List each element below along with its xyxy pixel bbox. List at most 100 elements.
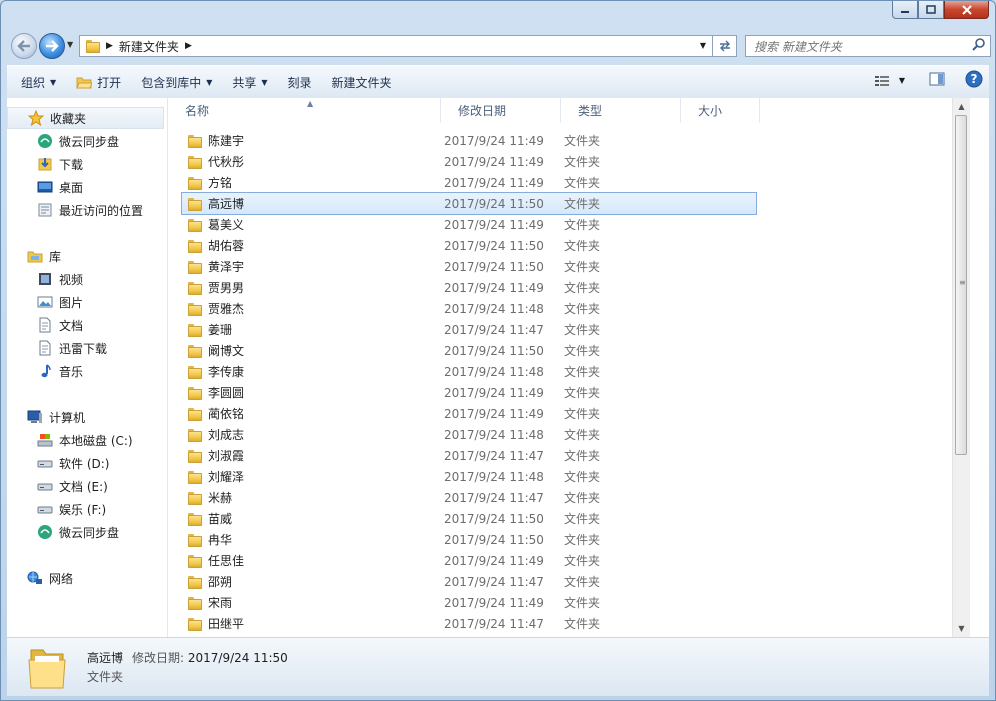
file-name: 任思佳 (208, 554, 245, 568)
chevron-down-icon: ▼ (261, 77, 268, 87)
column-header-date-label: 修改日期 (458, 104, 507, 118)
refresh-button[interactable] (713, 35, 737, 57)
share-button[interactable]: 共享 ▼ (222, 70, 277, 94)
file-row[interactable]: 阚博文 2017/9/24 11:50 文件夹 (168, 340, 928, 361)
search-box[interactable] (745, 35, 991, 57)
file-name: 田继平 (208, 617, 245, 631)
file-row[interactable]: 刘淑霞 2017/9/24 11:47 文件夹 (168, 445, 928, 466)
file-row[interactable]: 贾雅杰 2017/9/24 11:48 文件夹 (168, 298, 928, 319)
sidebar-favorites[interactable]: 收藏夹 (7, 107, 164, 129)
file-date: 2017/9/24 11:47 (444, 490, 544, 505)
sidebar-item-drive-d[interactable]: 软件 (D:) (37, 452, 109, 474)
file-row[interactable]: 宋雨 2017/9/24 11:49 文件夹 (168, 592, 928, 613)
file-row[interactable]: 冉华 2017/9/24 11:50 文件夹 (168, 529, 928, 550)
sidebar-item-videos[interactable]: 视频 (37, 268, 83, 290)
help-button[interactable]: ? (965, 70, 983, 91)
file-row[interactable]: 黄泽宇 2017/9/24 11:50 文件夹 (168, 256, 928, 277)
sidebar-item-thunder[interactable]: 迅雷下载 (37, 337, 107, 359)
address-row: ▼ ▶ 新建文件夹 ▶ ▼ (7, 31, 991, 61)
search-input[interactable] (752, 37, 966, 57)
preview-pane-icon (929, 72, 945, 86)
column-header-type[interactable]: 类型 (561, 98, 681, 123)
close-button[interactable] (944, 1, 989, 19)
file-row[interactable]: 苗威 2017/9/24 11:50 文件夹 (168, 508, 928, 529)
open-folder-icon (76, 77, 93, 89)
change-view-button[interactable]: ▼ (874, 75, 905, 87)
file-row[interactable]: 姜珊 2017/9/24 11:47 文件夹 (168, 319, 928, 340)
sidebar-item-documents[interactable]: 文档 (37, 314, 83, 336)
recent-pages-dropdown[interactable]: ▼ (67, 40, 73, 49)
forward-button[interactable] (39, 33, 65, 59)
file-row[interactable]: 胡佑蓉 2017/9/24 11:50 文件夹 (168, 235, 928, 256)
column-header-size[interactable]: 大小 (681, 98, 760, 123)
minimize-button[interactable] (892, 1, 918, 19)
sidebar-item-drive-e[interactable]: 文档 (E:) (37, 475, 108, 497)
sidebar-item-drive-f[interactable]: 娱乐 (F:) (37, 498, 106, 520)
file-date: 2017/9/24 11:50 (444, 511, 544, 526)
folder-icon (188, 407, 202, 421)
file-row[interactable]: 李圆圆 2017/9/24 11:49 文件夹 (168, 382, 928, 403)
open-button[interactable]: 打开 (66, 70, 131, 94)
library-icon (27, 251, 43, 263)
main-area: 收藏夹 微云同步盘 下载 桌面 最近访问的位置 库 视频 图片 文档 迅雷下载 … (7, 98, 989, 638)
file-type: 文件夹 (564, 407, 601, 421)
video-icon (39, 273, 51, 285)
file-row[interactable]: 贾男男 2017/9/24 11:49 文件夹 (168, 277, 928, 298)
sidebar-item-downloads[interactable]: 下载 (37, 153, 83, 175)
scroll-down-button[interactable]: ▼ (953, 620, 970, 637)
file-row-selected[interactable]: 高远博 2017/9/24 11:50 文件夹 (181, 192, 757, 215)
scroll-up-button[interactable]: ▲ (953, 98, 970, 115)
vertical-scrollbar[interactable]: ▲ ≡ ▼ (952, 98, 970, 637)
sidebar-item-weiyun[interactable]: 微云同步盘 (37, 130, 119, 152)
preview-pane-button[interactable] (929, 72, 945, 89)
file-row[interactable]: 蔺依铭 2017/9/24 11:49 文件夹 (168, 403, 928, 424)
file-row[interactable]: 任思佳 2017/9/24 11:49 文件夹 (168, 550, 928, 571)
sidebar-item-drive-c[interactable]: 本地磁盘 (C:) (37, 429, 133, 451)
drive-icon (37, 460, 53, 468)
file-type: 文件夹 (564, 281, 601, 295)
sidebar-item-recent[interactable]: 最近访问的位置 (37, 199, 143, 221)
address-history-dropdown[interactable]: ▼ (700, 41, 706, 50)
breadcrumb-separator-icon[interactable]: ▶ (185, 41, 192, 51)
sidebar-item-label: 图片 (59, 295, 84, 310)
sidebar-item-weiyun-drive[interactable]: 微云同步盘 (37, 521, 119, 543)
file-row[interactable]: 刘成志 2017/9/24 11:48 文件夹 (168, 424, 928, 445)
sidebar-item-desktop[interactable]: 桌面 (37, 176, 83, 198)
burn-button[interactable]: 刻录 (278, 70, 322, 94)
breadcrumb-separator-icon[interactable]: ▶ (106, 41, 113, 51)
address-bar[interactable]: ▶ 新建文件夹 ▶ ▼ (79, 35, 713, 57)
file-name: 高远博 (208, 197, 245, 211)
back-button[interactable] (11, 33, 37, 59)
maximize-button[interactable] (918, 1, 944, 19)
chevron-down-icon[interactable]: ▼ (899, 76, 905, 85)
folder-icon (188, 197, 202, 211)
file-row[interactable]: 李传康 2017/9/24 11:48 文件夹 (168, 361, 928, 382)
file-row[interactable]: 代秋彤 2017/9/24 11:49 文件夹 (168, 151, 928, 172)
close-icon (961, 4, 972, 15)
file-type: 文件夹 (564, 239, 601, 253)
sidebar-item-pictures[interactable]: 图片 (37, 291, 83, 313)
column-header-name[interactable]: 名称 ▲ (168, 98, 441, 123)
search-icon[interactable] (972, 38, 986, 52)
file-row[interactable]: 米赫 2017/9/24 11:47 文件夹 (168, 487, 928, 508)
sidebar-network[interactable]: 网络 (27, 567, 73, 589)
sidebar-item-music[interactable]: 音乐 (37, 360, 83, 382)
organize-button[interactable]: 组织 ▼ (7, 70, 66, 94)
file-row[interactable]: 方铭 2017/9/24 11:49 文件夹 (168, 172, 928, 193)
scroll-thumb[interactable]: ≡ (955, 115, 967, 455)
sidebar-item-label: 视频 (59, 272, 84, 287)
new-folder-button[interactable]: 新建文件夹 (322, 70, 402, 94)
file-row[interactable]: 邵朔 2017/9/24 11:47 文件夹 (168, 571, 928, 592)
sidebar-libraries[interactable]: 库 (27, 245, 61, 267)
file-row[interactable]: 田继平 2017/9/24 11:47 文件夹 (168, 613, 928, 634)
file-row[interactable]: 葛美义 2017/9/24 11:49 文件夹 (168, 214, 928, 235)
file-date: 2017/9/24 11:50 (444, 532, 544, 547)
sidebar-computer[interactable]: 计算机 (27, 406, 85, 428)
file-row[interactable]: 刘耀泽 2017/9/24 11:48 文件夹 (168, 466, 928, 487)
large-folder-icon (28, 649, 66, 689)
include-library-button[interactable]: 包含到库中 ▼ (131, 70, 222, 94)
column-header-date[interactable]: 修改日期 (441, 98, 561, 123)
breadcrumb-item[interactable]: 新建文件夹 (119, 38, 179, 55)
file-row[interactable]: 陈建宇 2017/9/24 11:49 文件夹 (168, 130, 928, 151)
file-type: 文件夹 (564, 155, 601, 169)
